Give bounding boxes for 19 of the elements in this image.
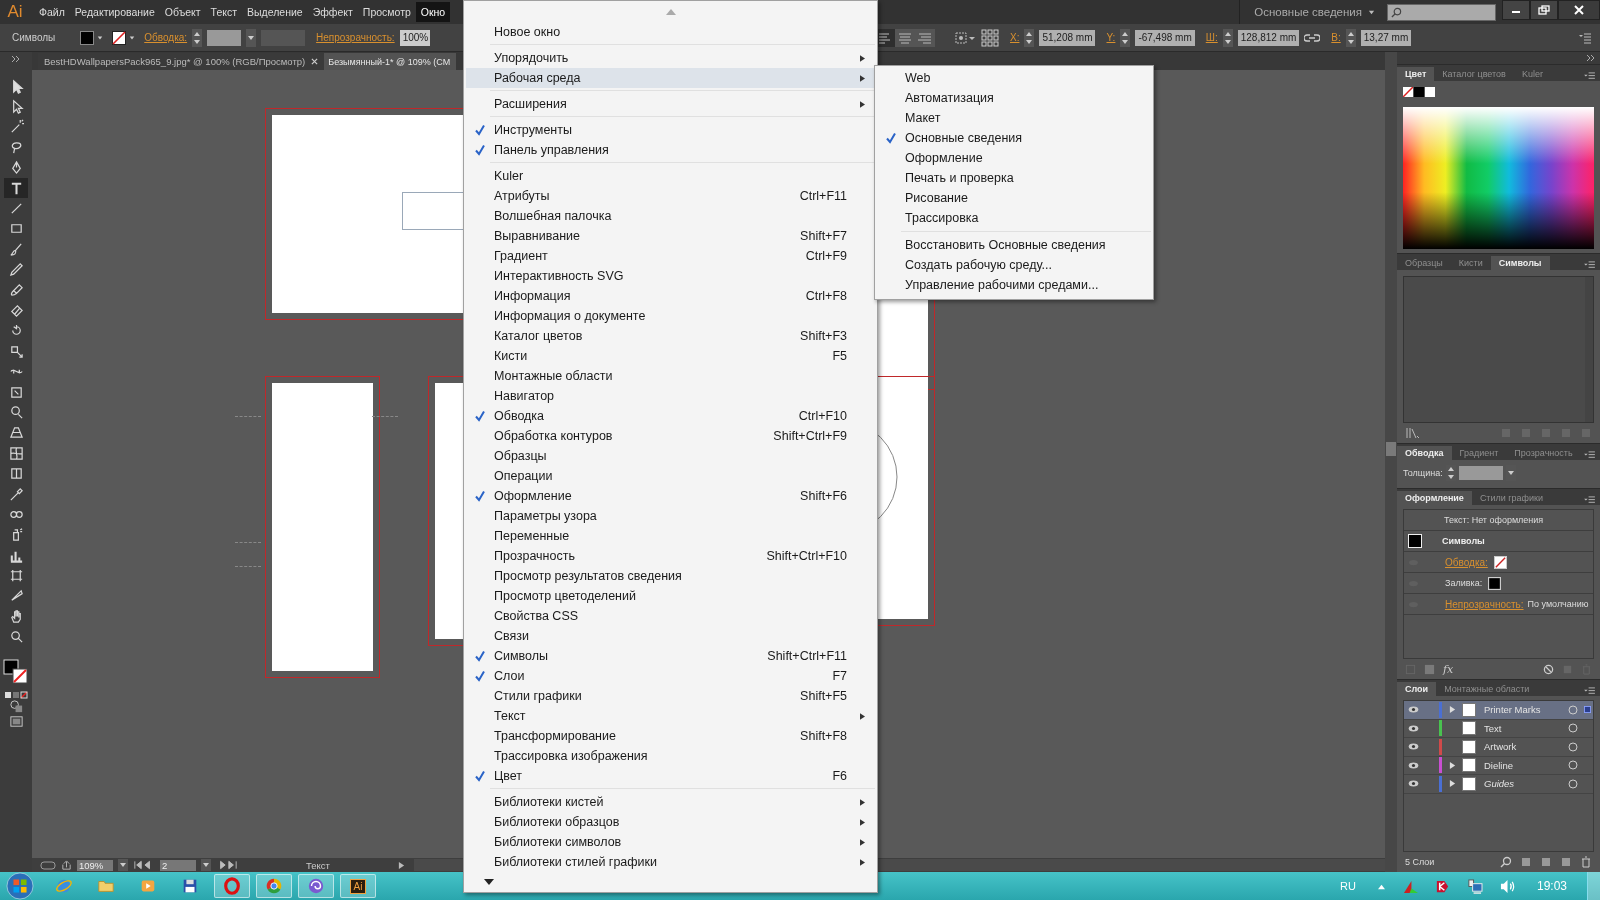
current-tool-label: Текст <box>305 859 331 871</box>
attribute-value: По умолчанию <box>1527 599 1589 609</box>
object-type-label: Символы <box>12 32 56 43</box>
coordinate-label: В: <box>1331 32 1341 43</box>
layer-name: Artwork <box>1483 741 1518 753</box>
weight-label: Толщина: <box>1403 468 1443 478</box>
coordinate-label: X: <box>1010 32 1020 43</box>
layer-name: Dieline <box>1483 759 1515 771</box>
object-name: Символы <box>1442 536 1485 546</box>
layer-count: 5 Слои <box>1405 857 1435 867</box>
layer-name: Printer Marks <box>1483 704 1542 716</box>
layer-name: Guides <box>1483 778 1516 790</box>
coordinate-label: Y: <box>1106 32 1116 43</box>
app-logo: Ai <box>349 878 367 894</box>
attribute-label: Заливка: <box>1445 578 1483 588</box>
app-logo: Ai <box>6 2 24 22</box>
appearance-header: Текст: Нет оформления <box>1444 515 1544 525</box>
coordinate-label: Ш: <box>1205 32 1218 43</box>
layer-name: Text <box>1483 722 1503 734</box>
